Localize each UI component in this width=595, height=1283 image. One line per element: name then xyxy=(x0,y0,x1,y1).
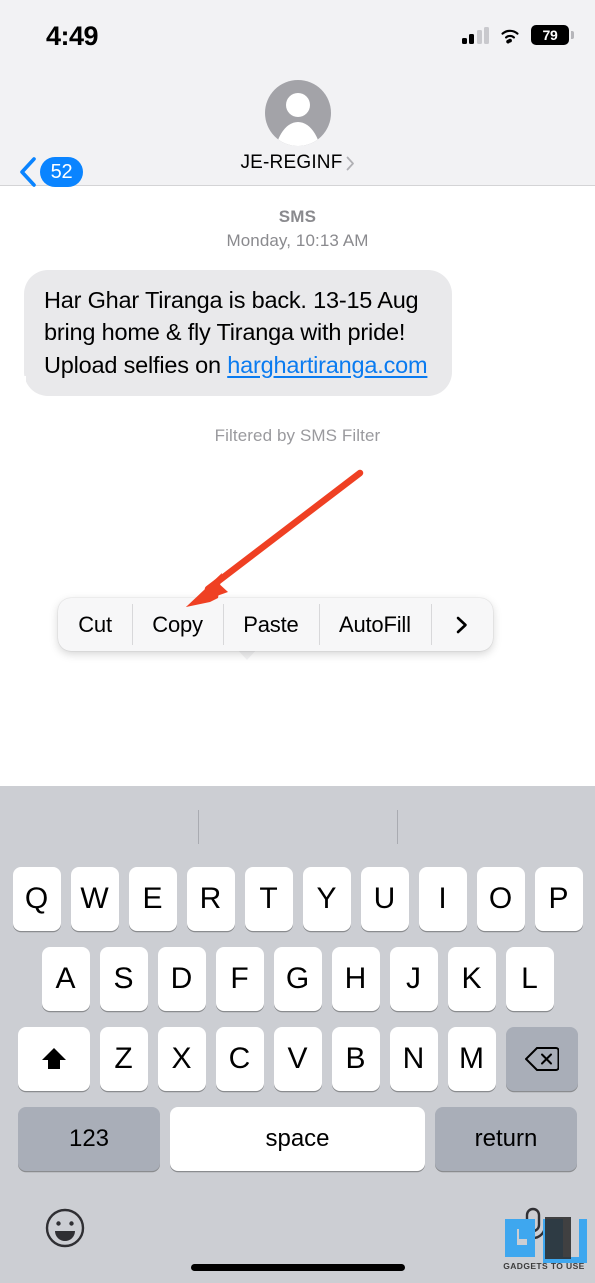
backspace-delete-icon xyxy=(524,1047,559,1071)
cellular-signal-icon xyxy=(461,26,489,44)
key-x[interactable]: X xyxy=(157,1027,206,1091)
numbers-key[interactable]: 123 xyxy=(18,1107,160,1171)
key-u[interactable]: U xyxy=(360,867,409,931)
delete-key[interactable] xyxy=(505,1027,578,1091)
keyboard-row-1: Q W E R T Y U I O P xyxy=(0,867,595,931)
menu-more-button[interactable] xyxy=(430,598,493,651)
menu-item-paste[interactable]: Paste xyxy=(223,598,319,651)
return-key[interactable]: return xyxy=(435,1107,577,1171)
key-t[interactable]: T xyxy=(244,867,293,931)
message-link[interactable]: harghartiranga.com xyxy=(227,352,427,378)
contact-name: JE-REGINF xyxy=(240,152,343,173)
shift-key[interactable] xyxy=(17,1027,90,1091)
message-timestamp: Monday, 10:13 AM xyxy=(226,231,369,251)
chevron-right-icon xyxy=(346,156,354,170)
wifi-icon xyxy=(501,29,519,44)
predictive-text-bar[interactable] xyxy=(0,786,595,858)
iphone-messages-screen: 4:49 79 52 JE-REGINF SMS Monday, 10:13 A… xyxy=(0,0,595,1283)
message-input-bar: Har Ghar Tiranga is back. 13-15 Aug brin… xyxy=(0,650,595,784)
gadgets-to-use-watermark: GADGETS TO USE xyxy=(501,1205,587,1271)
key-l[interactable]: L xyxy=(505,947,554,1011)
space-key[interactable]: space xyxy=(170,1107,425,1171)
keyboard-bottom-bar: GADGETS TO USE xyxy=(0,1191,595,1283)
menu-item-cut[interactable]: Cut xyxy=(58,598,132,651)
chevron-right-icon xyxy=(456,616,467,633)
key-p[interactable]: P xyxy=(534,867,583,931)
menu-item-copy[interactable]: Copy xyxy=(132,598,223,651)
keyboard-row-4: 123 space return xyxy=(0,1107,595,1171)
text-edit-context-menu: Cut Copy Paste AutoFill xyxy=(58,598,493,651)
key-e[interactable]: E xyxy=(128,867,177,931)
keyboard-row-3: Z X C V B N M xyxy=(0,1027,595,1091)
watermark-label: GADGETS TO USE xyxy=(503,1261,585,1271)
shift-up-arrow-icon xyxy=(41,1048,66,1069)
status-bar-indicators: 79 xyxy=(461,25,574,45)
message-meta: SMS Monday, 10:13 AM xyxy=(0,205,595,253)
status-bar: 4:49 79 xyxy=(0,0,595,68)
keyboard-row-2: A S D F G H J K L xyxy=(0,947,595,1011)
key-y[interactable]: Y xyxy=(302,867,351,931)
conversation-header: 52 JE-REGINF xyxy=(0,68,595,187)
key-b[interactable]: B xyxy=(331,1027,380,1091)
predictive-divider-1 xyxy=(198,810,200,844)
key-r[interactable]: R xyxy=(186,867,235,931)
battery-percent: 79 xyxy=(542,27,558,43)
contact-name-row: JE-REGINF xyxy=(240,152,354,174)
key-k[interactable]: K xyxy=(447,947,496,1011)
key-g[interactable]: G xyxy=(273,947,322,1011)
menu-item-autofill[interactable]: AutoFill xyxy=(318,598,431,651)
message-bubble[interactable]: Har Ghar Tiranga is back. 13-15 Aug brin… xyxy=(14,270,452,396)
home-indicator xyxy=(190,1264,405,1271)
predictive-divider-2 xyxy=(397,810,399,844)
key-c[interactable]: C xyxy=(215,1027,264,1091)
key-h[interactable]: H xyxy=(331,947,380,1011)
person-avatar-icon xyxy=(264,80,331,146)
key-v[interactable]: V xyxy=(273,1027,322,1091)
key-i[interactable]: I xyxy=(418,867,467,931)
key-s[interactable]: S xyxy=(99,947,148,1011)
key-m[interactable]: M xyxy=(447,1027,496,1091)
sms-service-label: SMS xyxy=(278,207,317,226)
key-q[interactable]: Q xyxy=(12,867,61,931)
key-j[interactable]: J xyxy=(389,947,438,1011)
status-bar-time: 4:49 xyxy=(46,21,99,51)
emoji-smiley-icon[interactable] xyxy=(44,1207,86,1249)
filtered-by-note: Filtered by SMS Filter xyxy=(214,425,381,445)
key-n[interactable]: N xyxy=(389,1027,438,1091)
key-a[interactable]: A xyxy=(41,947,90,1011)
key-w[interactable]: W xyxy=(70,867,119,931)
key-z[interactable]: Z xyxy=(99,1027,148,1091)
key-d[interactable]: D xyxy=(157,947,206,1011)
key-f[interactable]: F xyxy=(215,947,264,1011)
contact-info-button[interactable]: JE-REGINF xyxy=(0,80,595,174)
battery-icon: 79 xyxy=(531,25,574,45)
on-screen-keyboard: Q W E R T Y U I O P A S D F G H J K L Z … xyxy=(0,786,595,1283)
incoming-message-row: Har Ghar Tiranga is back. 13-15 Aug brin… xyxy=(14,270,452,396)
key-o[interactable]: O xyxy=(476,867,525,931)
